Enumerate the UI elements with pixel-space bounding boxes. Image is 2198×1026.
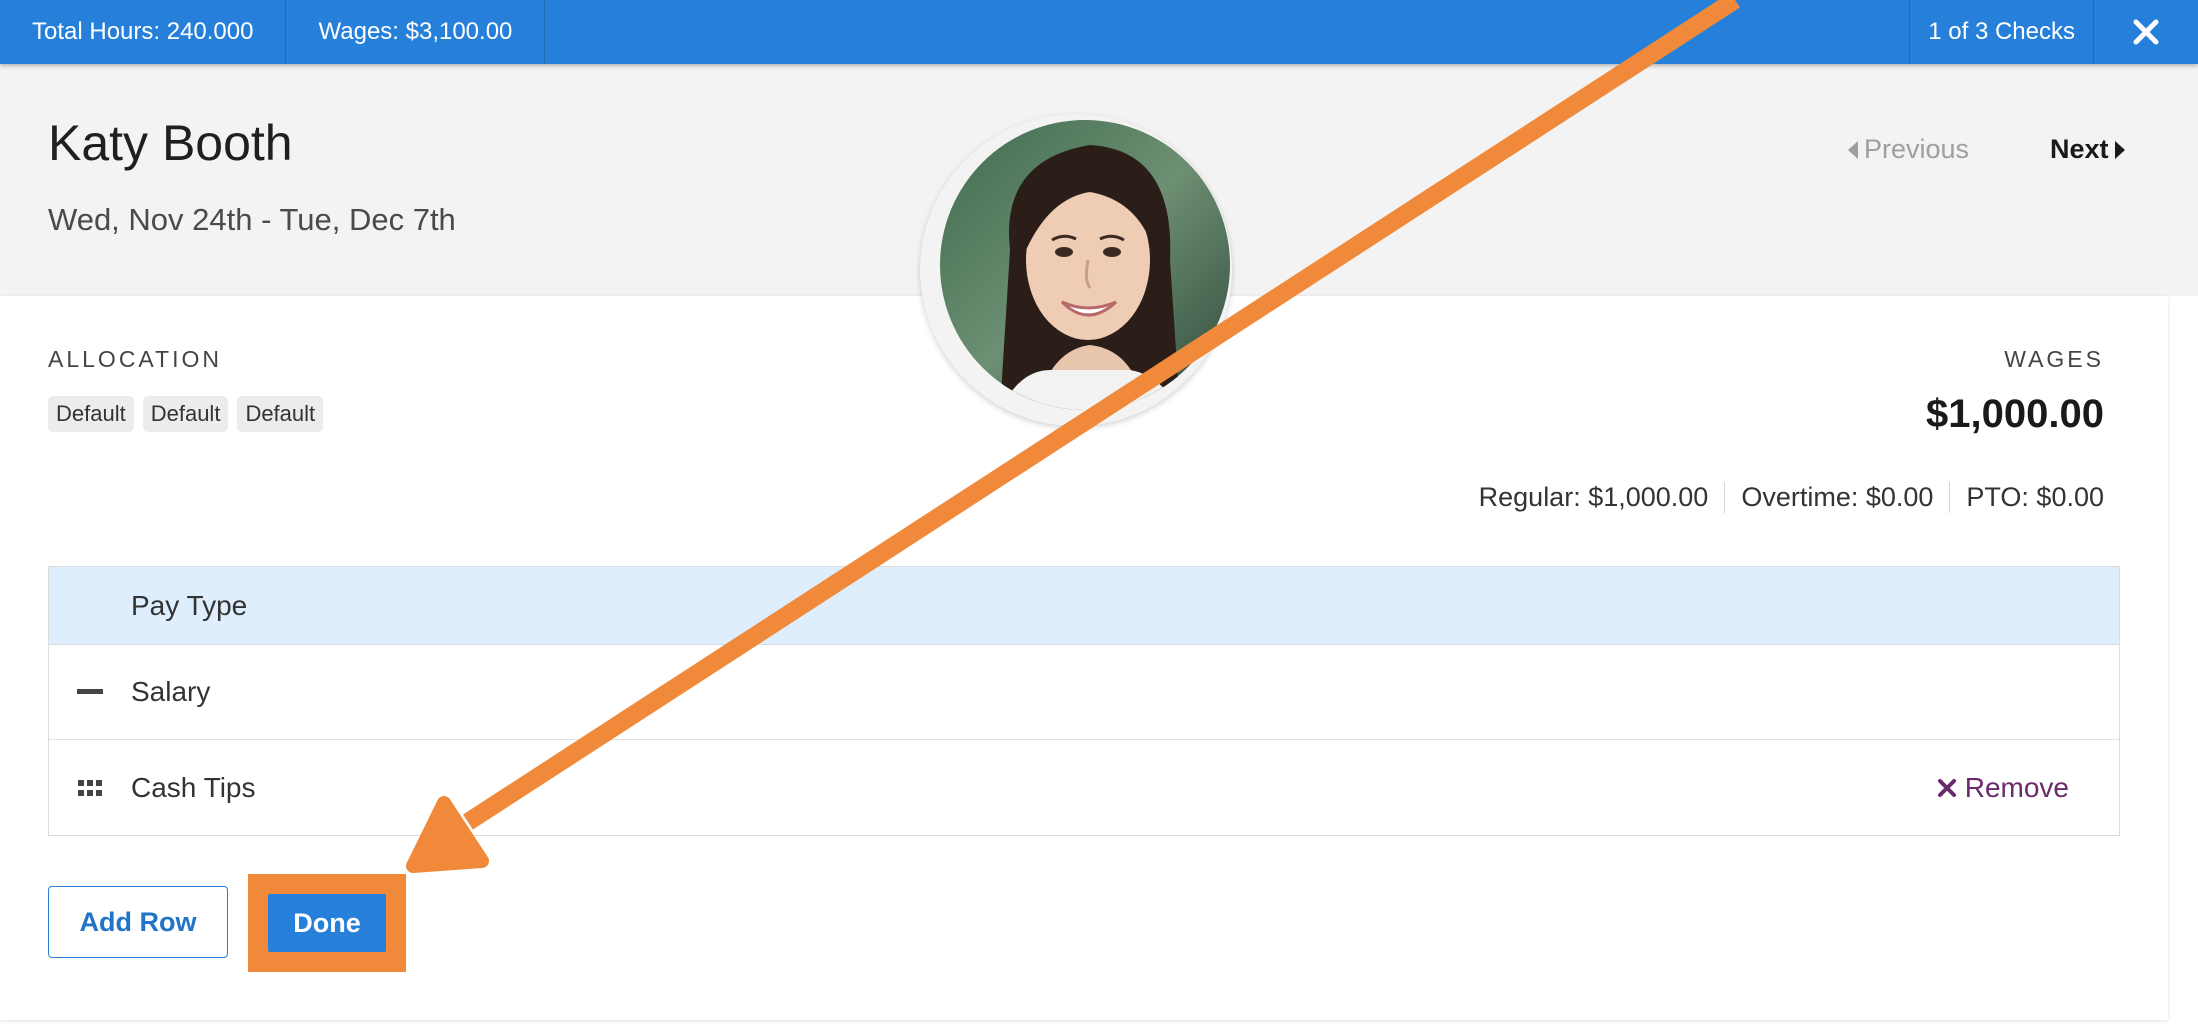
allocation-tags: Default Default Default bbox=[48, 396, 324, 432]
close-icon bbox=[2133, 19, 2159, 45]
wages-amount: $1,000.00 bbox=[1926, 392, 2104, 436]
table-row: Cash Tips Remove bbox=[49, 740, 2119, 835]
previous-label: Previous bbox=[1864, 134, 1970, 164]
wages-breakdown: Regular: $1,000.00 Overtime: $0.00 PTO: … bbox=[1479, 482, 2104, 513]
add-row-button[interactable]: Add Row bbox=[48, 886, 228, 958]
remove-icon bbox=[1937, 778, 1956, 797]
allocation-tag: Default bbox=[48, 396, 134, 432]
done-button[interactable]: Done bbox=[268, 894, 386, 952]
allocation-label: ALLOCATION bbox=[48, 346, 222, 372]
employee-name: Katy Booth bbox=[48, 115, 293, 171]
remove-button[interactable]: Remove bbox=[1937, 740, 2069, 835]
avatar bbox=[920, 114, 1232, 426]
caret-left-icon bbox=[1848, 140, 1858, 159]
caret-right-icon bbox=[2114, 140, 2125, 159]
pay-type-table: Pay Type Salary Cash Tips Remove bbox=[48, 566, 2120, 836]
pto-wages: PTO: $0.00 bbox=[1949, 482, 2104, 513]
close-button[interactable] bbox=[2094, 0, 2198, 64]
row-label: Salary bbox=[131, 676, 211, 707]
drag-handle-icon[interactable] bbox=[49, 779, 131, 796]
regular-wages: Regular: $1,000.00 bbox=[1478, 482, 1709, 512]
remove-label: Remove bbox=[1964, 771, 2069, 803]
minus-icon bbox=[49, 689, 131, 695]
table-row: Salary bbox=[49, 645, 2119, 740]
allocation-tag: Default bbox=[142, 396, 229, 432]
wages-label: WAGES bbox=[2004, 346, 2104, 372]
previous-button[interactable]: Previous bbox=[1848, 134, 1969, 165]
row-label: Cash Tips bbox=[131, 771, 256, 803]
employee-photo bbox=[940, 120, 1230, 410]
allocation-tag: Default bbox=[237, 396, 324, 432]
table-header: Pay Type bbox=[49, 567, 2119, 645]
total-hours: Total Hours: 240.000 bbox=[0, 0, 287, 64]
check-counter: 1 of 3 Checks bbox=[1909, 0, 2094, 64]
overtime-wages: Overtime: $0.00 bbox=[1724, 482, 1949, 513]
next-label: Next bbox=[2050, 134, 2109, 164]
top-bar: Total Hours: 240.000 Wages: $3,100.00 1 … bbox=[0, 0, 2198, 64]
next-button[interactable]: Next bbox=[2050, 134, 2125, 165]
pay-period: Wed, Nov 24th - Tue, Dec 7th bbox=[48, 202, 456, 237]
total-wages: Wages: $3,100.00 bbox=[286, 0, 546, 64]
